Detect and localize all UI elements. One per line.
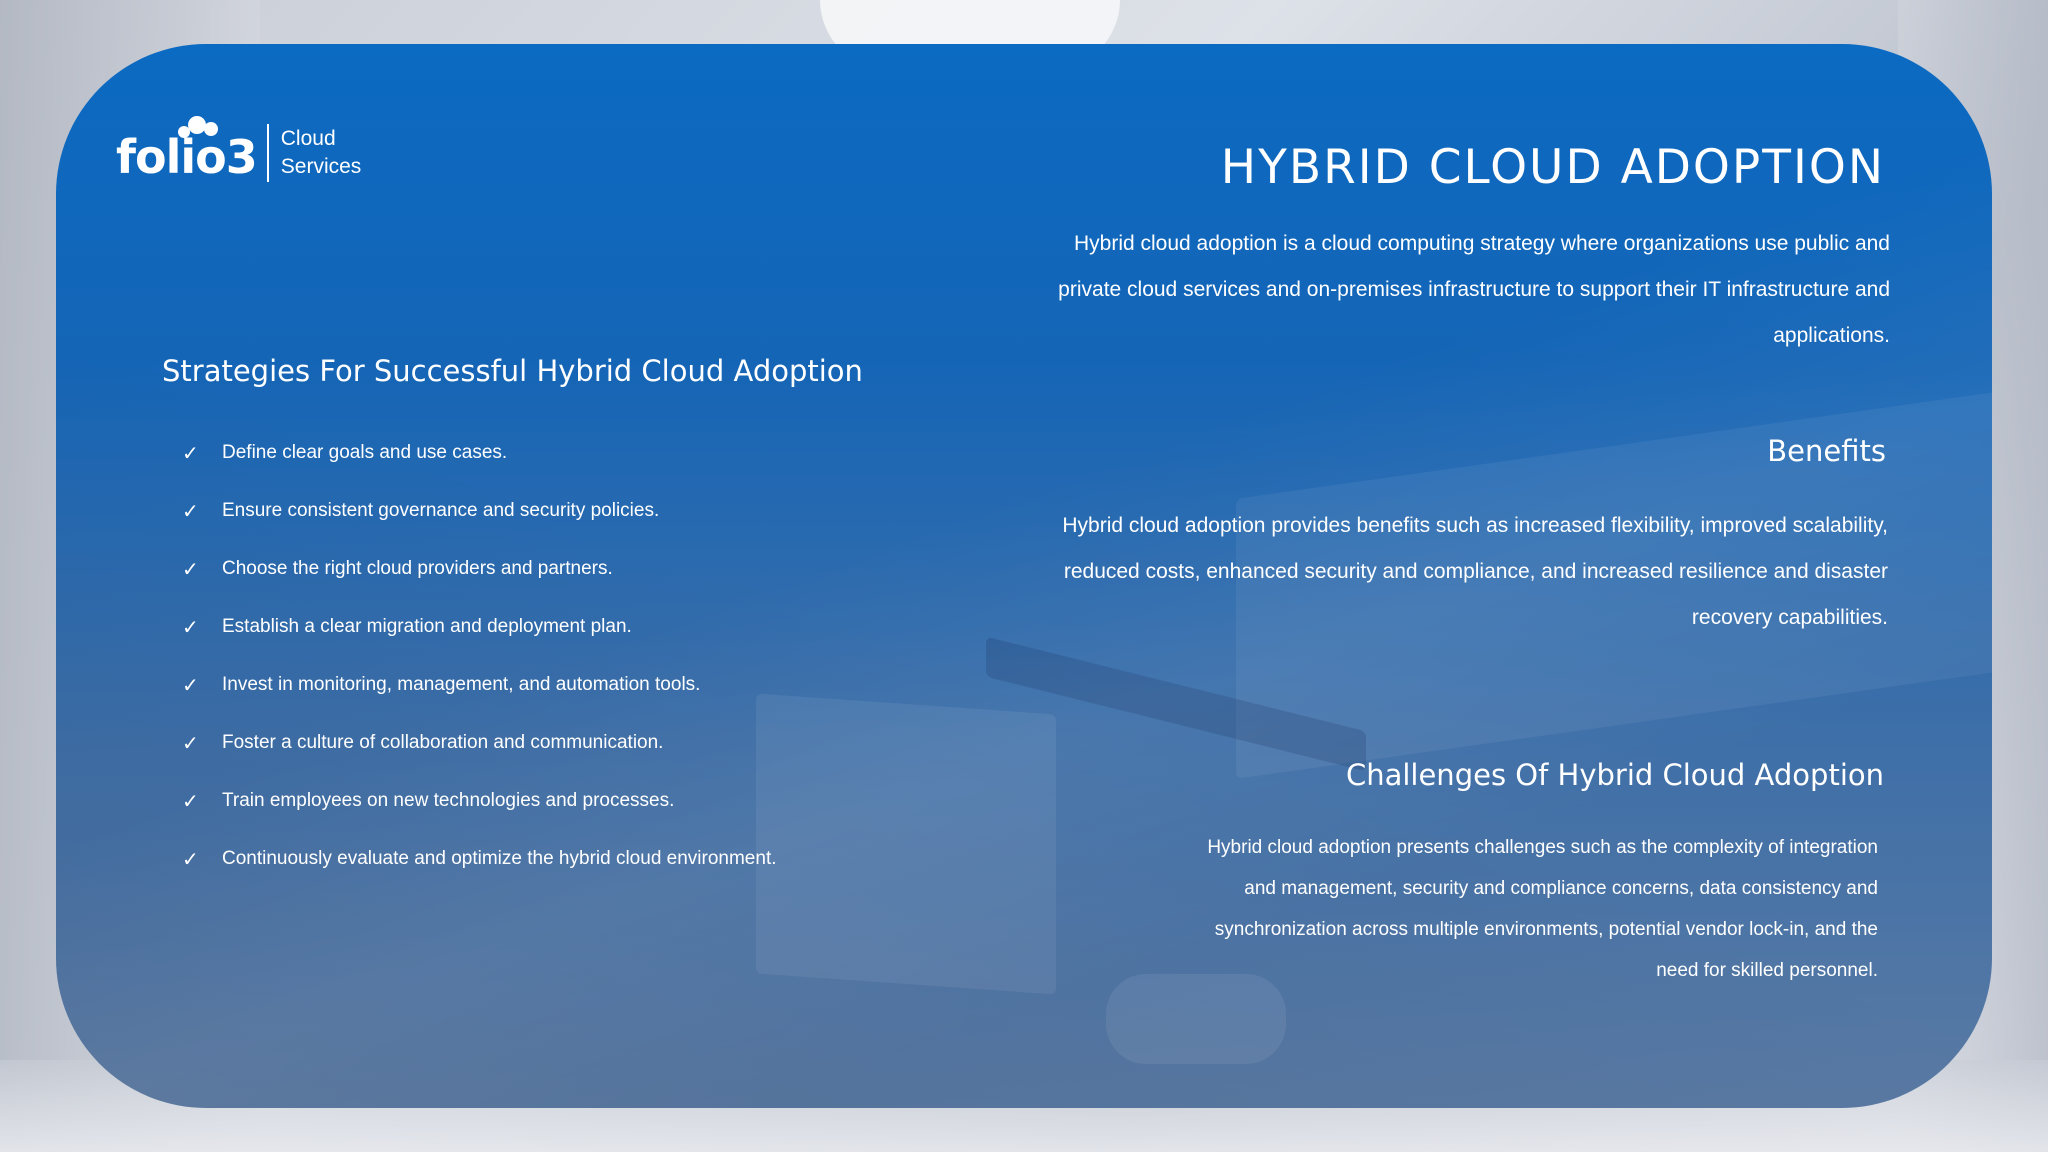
checkmark-icon: ✓	[182, 732, 199, 755]
page-title: HYBRID CLOUD ADOPTION	[1220, 140, 1885, 195]
checkmark-icon: ✓	[182, 558, 199, 581]
challenges-heading: Challenges Of Hybrid Cloud Adoption	[1345, 758, 1884, 792]
benefits-heading: Benefits	[1767, 434, 1886, 468]
list-item-text: Establish a clear migration and deployme…	[222, 616, 632, 637]
logo-dots-icon	[178, 116, 222, 140]
list-item-text: Train employees on new technologies and …	[222, 790, 675, 811]
list-item: ✓ Establish a clear migration and deploym…	[182, 598, 777, 656]
list-item: ✓ Choose the right cloud providers and pa…	[182, 540, 777, 598]
list-item-text: Define clear goals and use cases.	[222, 442, 508, 463]
logo-divider	[266, 124, 269, 182]
checkmark-icon: ✓	[182, 674, 199, 697]
list-item: ✓ Invest in monitoring, management, and a…	[182, 656, 777, 714]
strategies-heading: Strategies For Successful Hybrid Cloud A…	[162, 354, 863, 388]
checkmark-icon: ✓	[182, 442, 199, 465]
list-item-text: Continuously evaluate and optimize the h…	[222, 848, 777, 869]
benefits-paragraph: Hybrid cloud adoption provides benefits …	[1062, 514, 1888, 629]
checkmark-icon: ✓	[182, 790, 199, 813]
challenges-paragraph: Hybrid cloud adoption presents challenge…	[1207, 837, 1878, 981]
list-item: ✓ Train employees on new technologies and…	[182, 772, 777, 830]
slide: folio3 Cloud Services HYBRID CLOUD ADOPT…	[0, 0, 2048, 1152]
list-item: ✓ Foster a culture of collaboration and c…	[182, 714, 777, 772]
folio3-logo: folio3 Cloud Services	[116, 116, 362, 182]
list-item-text: Choose the right cloud providers and par…	[222, 558, 613, 579]
strategies-list: ✓ Define clear goals and use cases. ✓ Ensu…	[182, 424, 777, 888]
checkmark-icon: ✓	[182, 500, 199, 523]
checkmark-icon: ✓	[182, 848, 199, 871]
list-item-text: Invest in monitoring, management, and au…	[222, 674, 701, 695]
list-item: ✓ Continuously evaluate and optimize the …	[182, 830, 777, 888]
intro-paragraph: Hybrid cloud adoption is a cloud computi…	[1058, 232, 1890, 347]
list-item-text: Foster a culture of collaboration and co…	[222, 732, 664, 753]
logo-wordmark: folio3	[116, 116, 258, 180]
list-item: ✓ Define clear goals and use cases.	[182, 424, 777, 482]
logo-sub-line1: Cloud	[280, 127, 336, 150]
list-item-text: Ensure consistent governance and securit…	[222, 500, 660, 521]
checkmark-icon: ✓	[182, 616, 199, 639]
list-item: ✓ Ensure consistent governance and securi…	[182, 482, 777, 540]
logo-sub-line2: Services	[280, 155, 362, 178]
logo-subtitle: Cloud Services	[281, 119, 362, 181]
